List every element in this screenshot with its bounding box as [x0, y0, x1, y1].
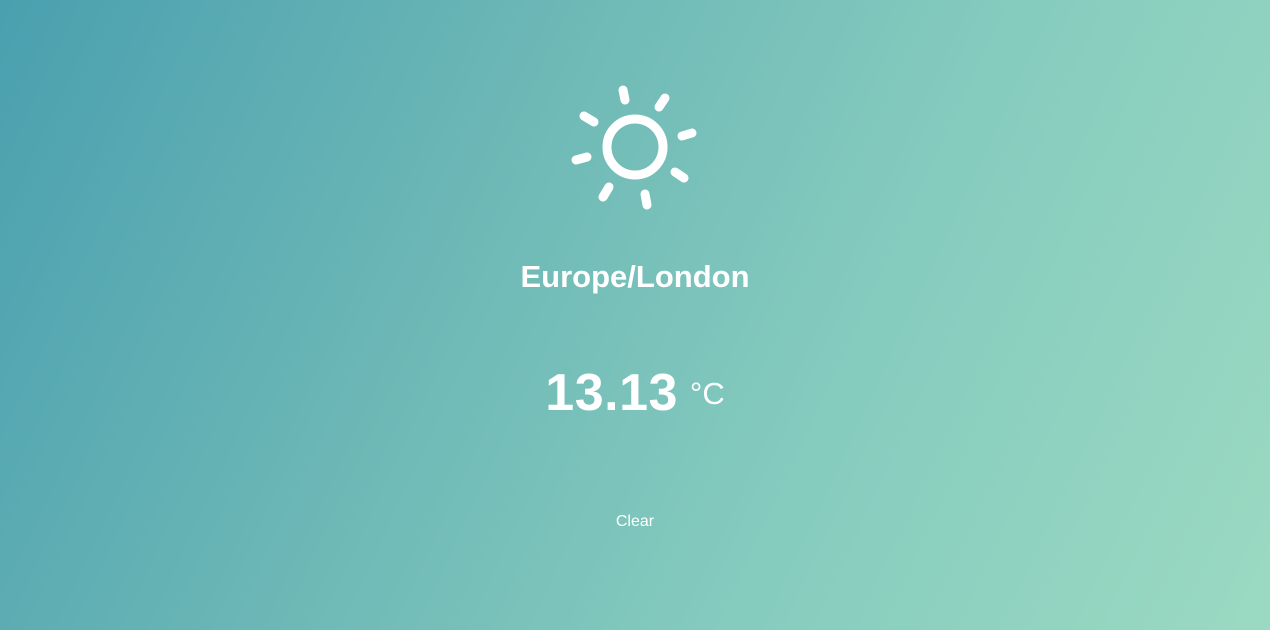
- location-name: Europe/London: [520, 259, 750, 294]
- temperature-unit: °C: [689, 376, 725, 411]
- sun-icon: [570, 82, 700, 212]
- temperature-row: 13.13 °C: [0, 362, 1270, 424]
- weather-card: Europe/London 13.13 °C Clear: [0, 0, 1270, 630]
- temperature-value: 13.13: [545, 364, 678, 422]
- weather-description: Clear: [615, 513, 655, 530]
